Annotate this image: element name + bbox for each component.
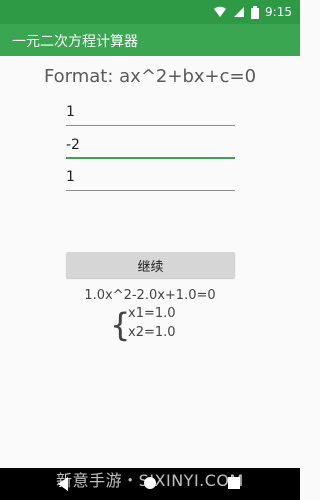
battery-icon (251, 5, 260, 19)
equation-result: 1.0x^2-2.0x+1.0=0 (84, 288, 216, 303)
coefficient-c-field[interactable] (66, 165, 235, 191)
field-underline (66, 190, 235, 191)
wifi-icon (214, 6, 227, 17)
format-label: Format: ax^2+bx+c=0 (43, 66, 257, 87)
root-x1: x1=1.0 (128, 306, 176, 321)
status-time: 9:15 (265, 5, 292, 19)
app-title: 一元二次方程计算器 (12, 34, 138, 50)
watermark-text: 新意手游・SIXINYI.COM (56, 471, 244, 490)
coefficient-a-field[interactable] (66, 100, 235, 126)
coefficient-c-input[interactable] (66, 165, 235, 189)
app-bar: 一元二次方程计算器 (0, 24, 300, 56)
coefficient-b-field[interactable] (66, 133, 235, 159)
field-underline-active (66, 157, 235, 159)
status-bar: 9:15 (0, 0, 300, 24)
main-content: Format: ax^2+bx+c=0 继续 1.0x^2-2.0x+1.0=0… (0, 56, 300, 468)
status-icons: 9:15 (213, 4, 292, 20)
root-x2: x2=1.0 (128, 325, 176, 340)
continue-button-label: 继续 (137, 259, 164, 275)
field-underline (66, 125, 235, 126)
continue-button[interactable]: 继续 (66, 252, 235, 278)
coefficient-a-input[interactable] (66, 100, 235, 124)
signal-icon (234, 7, 245, 17)
coefficient-b-input[interactable] (66, 133, 235, 157)
